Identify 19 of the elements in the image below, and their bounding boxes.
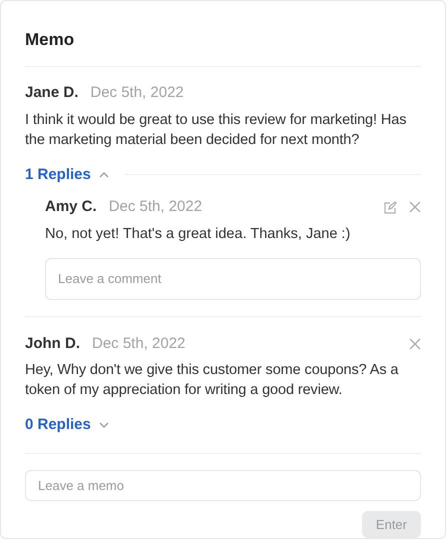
- date: Dec 5th, 2022: [108, 197, 202, 218]
- close-icon[interactable]: [409, 338, 421, 350]
- memo-text: I think it would be great to use this review for marketing! Has the marketing material been decided for next month?: [25, 110, 408, 150]
- chevron-down-icon: [98, 422, 109, 428]
- memo-field[interactable]: Leave a memo: [25, 470, 421, 501]
- date: Dec 5th, 2022: [92, 334, 186, 354]
- memo-title: Memo: [25, 29, 76, 51]
- chevron-up-icon: [98, 172, 109, 178]
- close-icon[interactable]: [409, 201, 421, 214]
- author-name: Jane D.: [25, 83, 78, 104]
- memo-text: Hey, Why don't we give this customer some coupons? As a token of my appreciation for writing a good review.: [25, 361, 400, 400]
- comment-field[interactable]: Leave a comment: [45, 258, 421, 300]
- replies-toggle[interactable]: 0 Replies: [25, 414, 109, 437]
- author-name: Amy C.: [45, 197, 97, 218]
- replies-toggle[interactable]: 1 Replies: [25, 164, 109, 186]
- date: Dec 5th, 2022: [90, 83, 184, 104]
- reply-text: No, not yet! That's a great idea. Thanks, Jane :): [45, 224, 352, 244]
- edit-icon[interactable]: [384, 200, 397, 214]
- author-name: John D.: [25, 334, 80, 354]
